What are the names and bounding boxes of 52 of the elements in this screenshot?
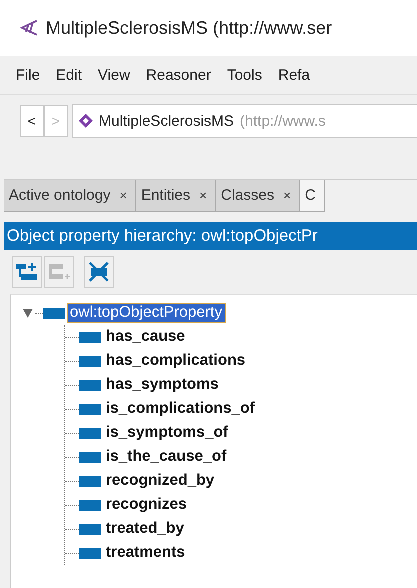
tab[interactable]: Entities × bbox=[136, 180, 216, 212]
menu-item[interactable]: Refa bbox=[270, 66, 318, 84]
property-icon bbox=[43, 308, 65, 318]
menu-item[interactable]: Edit bbox=[48, 66, 90, 84]
property-icon bbox=[79, 404, 101, 414]
back-button[interactable]: < bbox=[20, 105, 44, 137]
menu-item[interactable]: View bbox=[90, 66, 138, 84]
tab-label: C bbox=[305, 187, 316, 204]
tab-label: Entities bbox=[141, 187, 191, 204]
menu-item[interactable]: File bbox=[8, 66, 48, 84]
toolbar-button[interactable] bbox=[84, 256, 114, 288]
property-icon bbox=[79, 356, 101, 366]
property-icon bbox=[79, 548, 101, 558]
property-icon bbox=[79, 380, 101, 390]
expand-arrow-icon[interactable] bbox=[23, 308, 33, 318]
window-title: MultipleSclerosisMS (http://www.ser bbox=[46, 18, 332, 38]
property-label[interactable]: owl:topObjectProperty bbox=[68, 304, 224, 322]
ontology-address-field[interactable]: MultipleSclerosisMS (http://www.s bbox=[72, 104, 417, 138]
panel-title: Object property hierarchy: owl:topObjectPr bbox=[7, 226, 318, 246]
property-label[interactable]: is_symptoms_of bbox=[104, 424, 230, 442]
menu-item[interactable]: Reasoner bbox=[138, 66, 220, 84]
property-icon bbox=[79, 332, 101, 342]
ontology-iri: (http://www.s bbox=[240, 112, 326, 130]
tab[interactable]: Classes × bbox=[216, 180, 300, 212]
tab-label: Active ontology bbox=[9, 187, 111, 204]
property-label[interactable]: recognized_by bbox=[104, 472, 217, 490]
property-label[interactable]: has_cause bbox=[104, 328, 188, 346]
toolbar-button[interactable] bbox=[12, 256, 42, 288]
property-label[interactable]: has_complications bbox=[104, 352, 248, 370]
tab[interactable]: C bbox=[300, 180, 325, 212]
property-label[interactable]: treatments bbox=[104, 544, 188, 562]
property-icon bbox=[79, 452, 101, 462]
close-icon[interactable]: × bbox=[283, 188, 292, 203]
property-label[interactable]: recognizes bbox=[104, 496, 189, 514]
ontology-name: MultipleSclerosisMS bbox=[99, 112, 234, 130]
property-label[interactable]: has_symptoms bbox=[104, 376, 221, 394]
property-label[interactable]: is_the_cause_of bbox=[104, 448, 229, 466]
close-icon[interactable]: × bbox=[200, 188, 208, 203]
delete-property-icon bbox=[88, 262, 110, 282]
property-icon bbox=[79, 428, 101, 438]
property-label[interactable]: is_complications_of bbox=[104, 400, 258, 418]
add-sibling-icon bbox=[48, 263, 70, 281]
add-subproperty-icon bbox=[16, 263, 38, 281]
property-icon bbox=[79, 524, 101, 534]
ontology-diamond-icon bbox=[79, 114, 93, 128]
property-label[interactable]: treated_by bbox=[104, 520, 186, 538]
property-icon bbox=[79, 476, 101, 486]
menu-item[interactable]: Tools bbox=[219, 66, 270, 84]
tab[interactable]: Active ontology × bbox=[4, 180, 136, 212]
property-icon bbox=[79, 500, 101, 510]
tab-label: Classes bbox=[221, 187, 274, 204]
close-icon[interactable]: × bbox=[120, 188, 128, 203]
